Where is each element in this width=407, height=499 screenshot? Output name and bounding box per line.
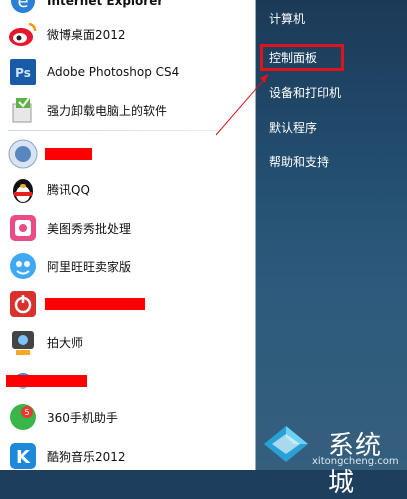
app-icon [8,139,38,169]
svg-text:5: 5 [24,408,29,417]
program-item-kugou[interactable]: K 酷狗音乐2012 [0,437,255,470]
program-label: Adobe Photoshop CS4 [47,65,180,79]
list-separator [8,130,218,131]
redaction-mark [6,375,87,387]
program-label: 阿里旺旺卖家版 [47,259,132,274]
menu-item-devices-printers[interactable]: 设备和打印机 [269,84,341,101]
menu-item-computer[interactable]: 计算机 [269,10,305,27]
svg-text:K: K [16,447,31,468]
redaction-mark [45,148,92,160]
program-item-uninstaller[interactable]: 强力卸载电脑上的软件 [0,91,255,129]
program-item-meitu[interactable]: 美图秀秀批处理 [0,209,255,247]
program-item-photoshop[interactable]: Ps Adobe Photoshop CS4 [0,53,255,91]
program-item-redacted-3[interactable] [0,361,255,399]
program-item-redacted-1[interactable] [0,135,255,173]
program-label: 腾讯QQ [47,182,90,197]
program-label: 微博桌面2012 [47,27,126,42]
program-item-paidashi[interactable]: 拍大师 [0,323,255,361]
power-app-icon [10,291,36,317]
program-list: e Internet Explorer 微博桌面2012 Ps Adobe Ph… [0,0,256,470]
program-label: 拍大师 [47,335,84,350]
360-phone-icon: 5 [10,404,36,430]
redaction-mark [45,298,145,310]
photoshop-icon: Ps [10,59,36,85]
kugou-icon: K [10,443,36,469]
svg-text:e: e [17,0,28,12]
program-label: Internet Explorer [47,0,164,8]
svg-text:Ps: Ps [15,66,31,80]
qq-penguin-icon [13,179,33,203]
meitu-icon [10,215,36,241]
program-item-redacted-2[interactable] [0,285,255,323]
program-label: 美图秀秀批处理 [47,221,132,236]
program-label: 酷狗音乐2012 [47,449,126,464]
program-item-360[interactable]: 5 360手机助手 [0,398,255,436]
program-item-weibo[interactable]: 微博桌面2012 [0,15,255,53]
program-label: 360手机助手 [47,410,118,425]
watermark-url: xitongcheng.com [312,456,399,467]
uninstaller-icon [12,97,32,123]
program-item-qq[interactable]: 腾讯QQ [0,170,255,208]
program-label: 强力卸载电脑上的软件 [47,103,168,118]
program-item-aliwangwang[interactable]: 阿里旺旺卖家版 [0,247,255,285]
menu-item-help-support[interactable]: 帮助和支持 [269,153,329,170]
aliwangwang-icon [10,253,36,279]
control-panel-highlight [260,44,344,71]
menu-item-default-programs[interactable]: 默认程序 [269,119,317,136]
weibo-icon [9,22,37,46]
paidashi-icon [12,331,34,355]
